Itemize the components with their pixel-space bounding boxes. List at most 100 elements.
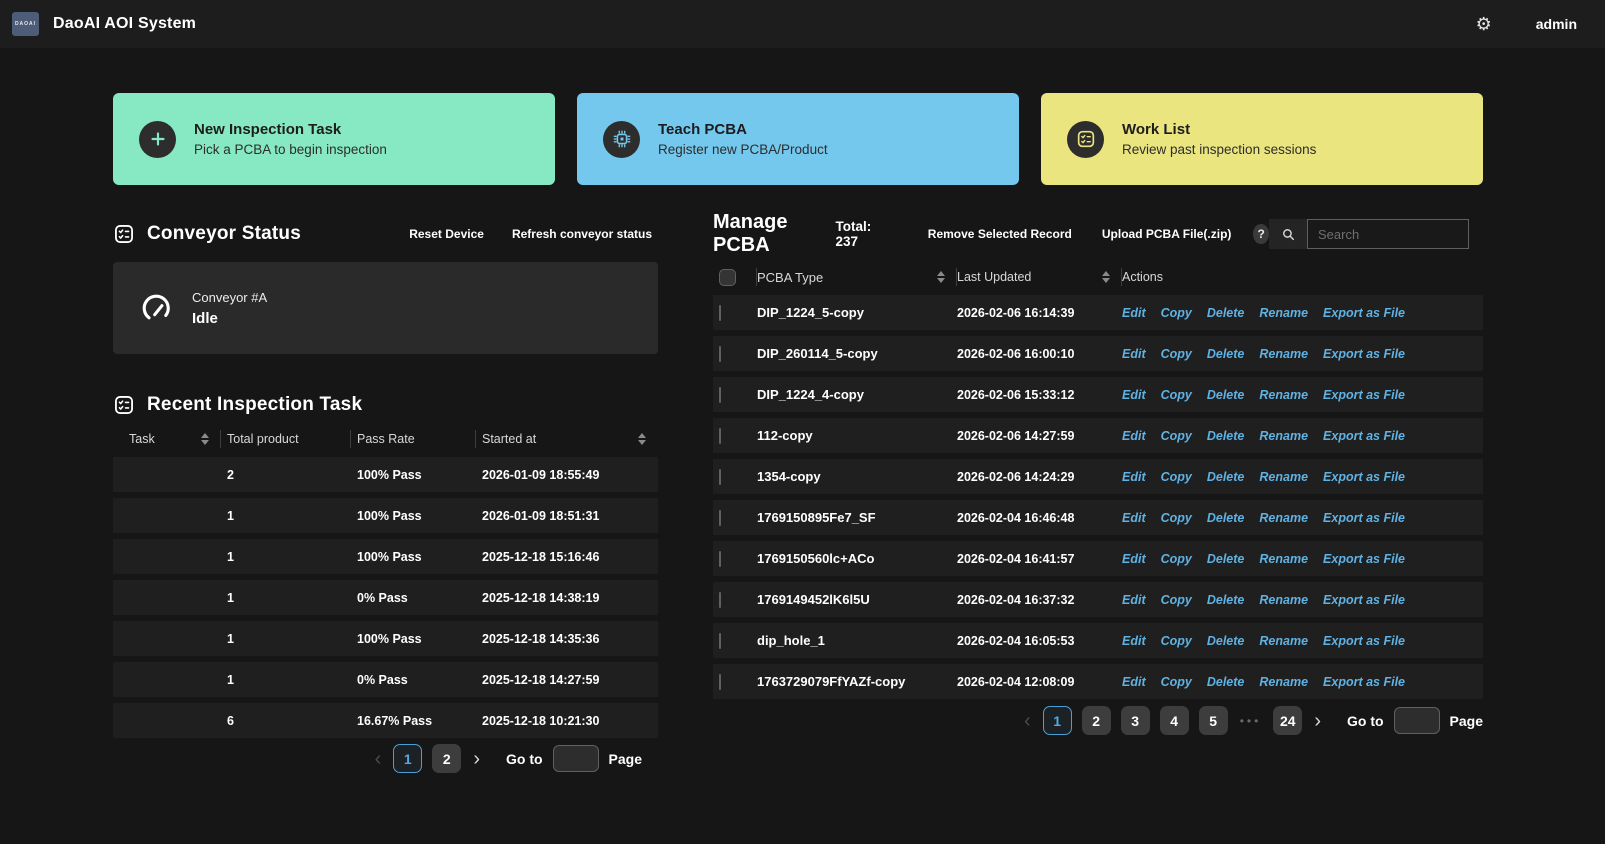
page-button-2[interactable]: 2 bbox=[1081, 706, 1111, 735]
delete-link[interactable]: Delete bbox=[1207, 470, 1245, 484]
table-row[interactable]: DIP_260114_5-copy 2026-02-06 16:00:10 Ed… bbox=[713, 336, 1483, 371]
table-row[interactable]: 2 100% Pass 2026-01-09 18:55:49 bbox=[113, 457, 658, 492]
row-checkbox[interactable] bbox=[719, 632, 721, 649]
prev-page-icon[interactable]: ‹ bbox=[1022, 711, 1033, 731]
export-link[interactable]: Export as File bbox=[1323, 470, 1405, 484]
table-row[interactable]: dip_hole_1 2026-02-04 16:05:53 Edit Copy… bbox=[713, 623, 1483, 658]
rename-link[interactable]: Rename bbox=[1259, 306, 1308, 320]
export-link[interactable]: Export as File bbox=[1323, 429, 1405, 443]
rename-link[interactable]: Rename bbox=[1259, 511, 1308, 525]
table-row[interactable]: 1 100% Pass 2025-12-18 15:16:46 bbox=[113, 539, 658, 574]
delete-link[interactable]: Delete bbox=[1207, 388, 1245, 402]
table-row[interactable]: 6 16.67% Pass 2025-12-18 10:21:30 bbox=[113, 703, 658, 738]
rename-link[interactable]: Rename bbox=[1259, 675, 1308, 689]
table-row[interactable]: 112-copy 2026-02-06 14:27:59 Edit Copy D… bbox=[713, 418, 1483, 453]
edit-link[interactable]: Edit bbox=[1122, 552, 1146, 566]
copy-link[interactable]: Copy bbox=[1161, 306, 1192, 320]
teach-pcba-card[interactable]: Teach PCBA Register new PCBA/Product bbox=[577, 93, 1019, 185]
search-input[interactable] bbox=[1307, 219, 1469, 249]
reset-device-button[interactable]: Reset Device bbox=[409, 227, 484, 241]
prev-page-icon[interactable]: ‹ bbox=[373, 749, 384, 769]
goto-page-input[interactable] bbox=[1393, 707, 1440, 734]
edit-link[interactable]: Edit bbox=[1122, 306, 1146, 320]
settings-gear-icon[interactable]: ⚙ bbox=[1476, 15, 1492, 33]
page-button-4[interactable]: 4 bbox=[1159, 706, 1189, 735]
row-checkbox[interactable] bbox=[719, 509, 721, 526]
export-link[interactable]: Export as File bbox=[1323, 511, 1405, 525]
export-link[interactable]: Export as File bbox=[1323, 347, 1405, 361]
table-row[interactable]: 1 0% Pass 2025-12-18 14:38:19 bbox=[113, 580, 658, 615]
refresh-conveyor-button[interactable]: Refresh conveyor status bbox=[512, 227, 652, 241]
table-row[interactable]: 1 100% Pass 2025-12-18 14:35:36 bbox=[113, 621, 658, 656]
export-link[interactable]: Export as File bbox=[1323, 388, 1405, 402]
table-row[interactable]: 1354-copy 2026-02-06 14:24:29 Edit Copy … bbox=[713, 459, 1483, 494]
table-row[interactable]: 1 0% Pass 2025-12-18 14:27:59 bbox=[113, 662, 658, 697]
rename-link[interactable]: Rename bbox=[1259, 634, 1308, 648]
edit-link[interactable]: Edit bbox=[1122, 675, 1146, 689]
table-row[interactable]: 1763729079FfYAZf-copy 2026-02-04 12:08:0… bbox=[713, 664, 1483, 699]
sort-task-icon[interactable] bbox=[201, 432, 209, 445]
rename-link[interactable]: Rename bbox=[1259, 593, 1308, 607]
copy-link[interactable]: Copy bbox=[1161, 347, 1192, 361]
delete-link[interactable]: Delete bbox=[1207, 634, 1245, 648]
copy-link[interactable]: Copy bbox=[1161, 388, 1192, 402]
rename-link[interactable]: Rename bbox=[1259, 552, 1308, 566]
new-inspection-task-card[interactable]: New Inspection Task Pick a PCBA to begin… bbox=[113, 93, 555, 185]
export-link[interactable]: Export as File bbox=[1323, 306, 1405, 320]
delete-link[interactable]: Delete bbox=[1207, 511, 1245, 525]
table-row[interactable]: 1 100% Pass 2026-01-09 18:51:31 bbox=[113, 498, 658, 533]
edit-link[interactable]: Edit bbox=[1122, 593, 1146, 607]
copy-link[interactable]: Copy bbox=[1161, 593, 1192, 607]
next-page-icon[interactable]: › bbox=[1312, 711, 1323, 731]
next-page-icon[interactable]: › bbox=[471, 749, 482, 769]
work-list-card[interactable]: Work List Review past inspection session… bbox=[1041, 93, 1483, 185]
copy-link[interactable]: Copy bbox=[1161, 634, 1192, 648]
edit-link[interactable]: Edit bbox=[1122, 347, 1146, 361]
copy-link[interactable]: Copy bbox=[1161, 429, 1192, 443]
delete-link[interactable]: Delete bbox=[1207, 306, 1245, 320]
delete-link[interactable]: Delete bbox=[1207, 429, 1245, 443]
sort-last-updated-icon[interactable] bbox=[1102, 271, 1110, 283]
delete-link[interactable]: Delete bbox=[1207, 593, 1245, 607]
help-icon[interactable]: ? bbox=[1253, 224, 1269, 244]
delete-link[interactable]: Delete bbox=[1207, 552, 1245, 566]
user-menu[interactable]: admin bbox=[1536, 16, 1577, 32]
rename-link[interactable]: Rename bbox=[1259, 470, 1308, 484]
row-checkbox[interactable] bbox=[719, 591, 721, 608]
export-link[interactable]: Export as File bbox=[1323, 675, 1405, 689]
page-button-2[interactable]: 2 bbox=[432, 744, 462, 773]
page-button-1[interactable]: 1 bbox=[1042, 706, 1072, 735]
row-checkbox[interactable] bbox=[719, 304, 721, 321]
upload-pcba-button[interactable]: Upload PCBA File(.zip) bbox=[1102, 227, 1232, 241]
goto-page-input[interactable] bbox=[552, 745, 599, 772]
page-button-1[interactable]: 1 bbox=[393, 744, 423, 773]
pagination-ellipsis[interactable]: ••• bbox=[1238, 714, 1264, 728]
table-row[interactable]: 1769150895Fe7_SF 2026-02-04 16:46:48 Edi… bbox=[713, 500, 1483, 535]
delete-link[interactable]: Delete bbox=[1207, 347, 1245, 361]
rename-link[interactable]: Rename bbox=[1259, 347, 1308, 361]
row-checkbox[interactable] bbox=[719, 427, 721, 444]
table-row[interactable]: 1769150560lc+ACo 2026-02-04 16:41:57 Edi… bbox=[713, 541, 1483, 576]
select-all-checkbox[interactable] bbox=[719, 268, 736, 286]
export-link[interactable]: Export as File bbox=[1323, 634, 1405, 648]
edit-link[interactable]: Edit bbox=[1122, 388, 1146, 402]
copy-link[interactable]: Copy bbox=[1161, 470, 1192, 484]
remove-selected-button[interactable]: Remove Selected Record bbox=[928, 227, 1072, 241]
page-button-24[interactable]: 24 bbox=[1273, 706, 1303, 735]
search-icon[interactable] bbox=[1269, 219, 1307, 249]
edit-link[interactable]: Edit bbox=[1122, 511, 1146, 525]
export-link[interactable]: Export as File bbox=[1323, 552, 1405, 566]
export-link[interactable]: Export as File bbox=[1323, 593, 1405, 607]
row-checkbox[interactable] bbox=[719, 550, 721, 567]
copy-link[interactable]: Copy bbox=[1161, 675, 1192, 689]
edit-link[interactable]: Edit bbox=[1122, 634, 1146, 648]
rename-link[interactable]: Rename bbox=[1259, 429, 1308, 443]
rename-link[interactable]: Rename bbox=[1259, 388, 1308, 402]
row-checkbox[interactable] bbox=[719, 673, 721, 690]
row-checkbox[interactable] bbox=[719, 468, 721, 485]
copy-link[interactable]: Copy bbox=[1161, 552, 1192, 566]
edit-link[interactable]: Edit bbox=[1122, 429, 1146, 443]
delete-link[interactable]: Delete bbox=[1207, 675, 1245, 689]
copy-link[interactable]: Copy bbox=[1161, 511, 1192, 525]
row-checkbox[interactable] bbox=[719, 345, 721, 362]
